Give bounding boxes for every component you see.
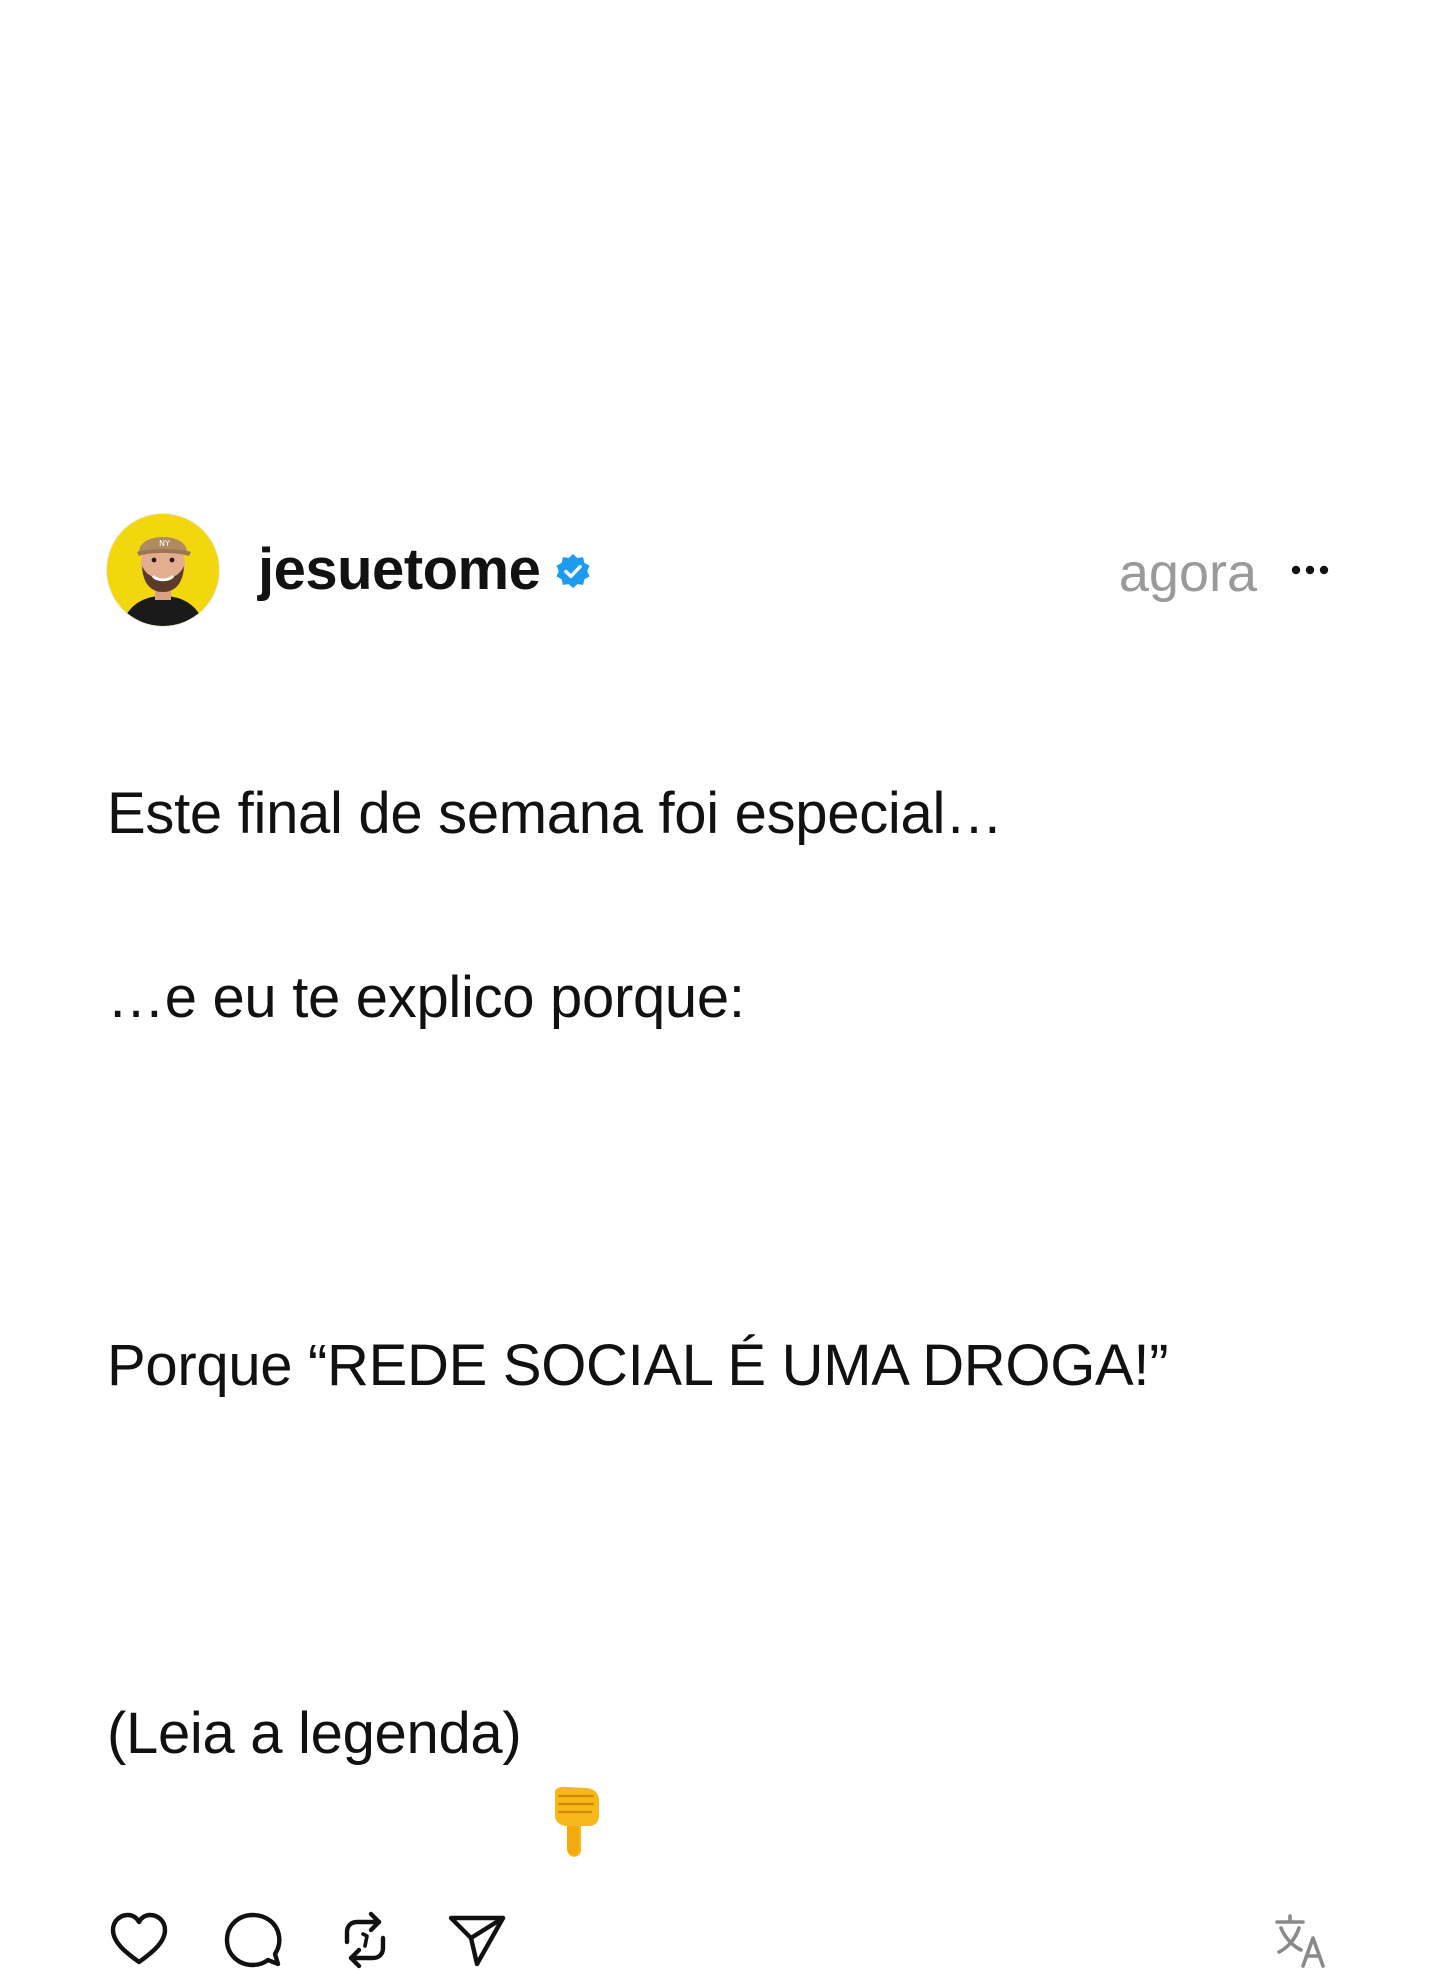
pointing-down-emoji-icon [547, 1694, 605, 1857]
translate-icon[interactable] [1269, 1908, 1333, 1972]
verified-badge-icon [554, 553, 592, 591]
post-header: NY jesuetome agora [107, 514, 1333, 632]
post-timestamp: agora [1118, 543, 1257, 603]
post-text-line [107, 1136, 1333, 1228]
post-text-line: …e eu te explico porque: [107, 965, 745, 1030]
username[interactable]: jesuetome [258, 536, 541, 603]
caption-hint: (Leia a legenda) [107, 1701, 522, 1766]
post-text-line [107, 1504, 1333, 1596]
repost-icon[interactable] [333, 1908, 397, 1972]
avatar-portrait: NY [107, 514, 219, 626]
post-card: NY jesuetome agora Este final de semana … [107, 514, 1333, 1972]
more-options-icon[interactable] [1287, 550, 1333, 590]
post-text-line: Porque “REDE SOCIAL É UMA DROGA!” [107, 1333, 1169, 1398]
svg-text:NY: NY [159, 539, 170, 548]
username-row: jesuetome [258, 534, 592, 604]
comment-icon[interactable] [221, 1908, 285, 1972]
heart-icon[interactable] [107, 1908, 171, 1972]
post-text: Este final de semana foi especial… …e eu… [107, 676, 1333, 1872]
post-text-line-last: (Leia a legenda) [107, 1688, 1333, 1857]
post-text-line: Este final de semana foi especial… [107, 781, 1003, 846]
avatar[interactable]: NY [107, 514, 219, 626]
send-icon[interactable] [445, 1908, 509, 1972]
action-bar [107, 1908, 1333, 1972]
